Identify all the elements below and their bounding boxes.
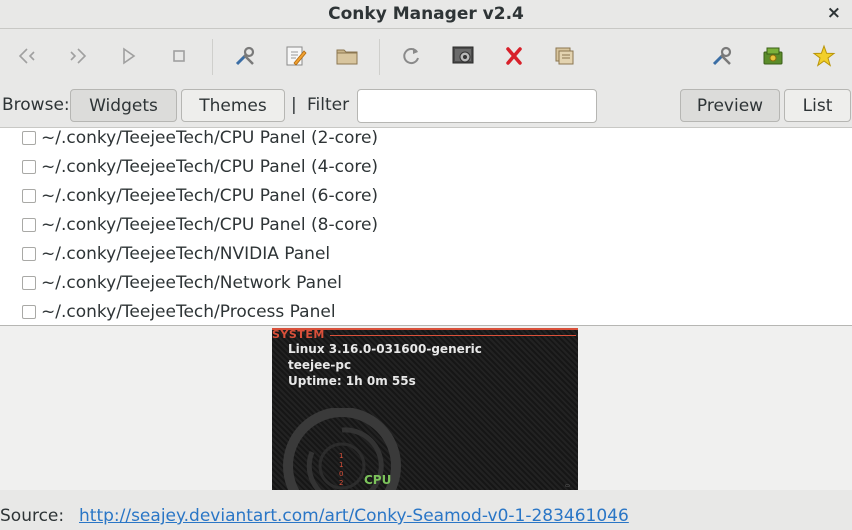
preview-cpu-digits: 1 1 0 2 <box>339 452 344 487</box>
list-item[interactable]: ~/.conky/TeejeeTech/Network Panel <box>0 268 852 297</box>
settings-icon <box>712 46 732 66</box>
list-item[interactable]: ~/.conky/TeejeeTech/CPU Panel (2-core) <box>0 127 852 152</box>
item-path: ~/.conky/TeejeeTech/CPU Panel (6-core) <box>41 185 379 206</box>
list-item[interactable]: ~/.conky/TeejeeTech/CPU Panel (6-core) <box>0 181 852 210</box>
toolbar-separator <box>212 39 213 75</box>
list-item[interactable]: ~/.conky/TeejeeTech/CPU Panel (4-core) <box>0 152 852 181</box>
next-icon <box>70 48 87 64</box>
widgets-button[interactable]: Widgets <box>70 89 177 122</box>
item-path: ~/.conky/TeejeeTech/Process Panel <box>41 301 336 322</box>
folder-button[interactable] <box>332 41 362 71</box>
preview-header-rule <box>330 335 576 336</box>
source-label: Source: <box>0 506 65 526</box>
filter-label: Filter <box>307 95 350 115</box>
about-button[interactable] <box>809 41 839 71</box>
toolbar <box>0 29 852 85</box>
tools-icon <box>235 46 255 66</box>
preview-hostname: teejee-pc <box>288 358 352 372</box>
separator-label: | <box>291 95 297 115</box>
title-bar: Conky Manager v2.4 × <box>0 0 852 29</box>
source-link[interactable]: http://seajey.deviantart.com/art/Conky-S… <box>79 506 629 526</box>
list-item[interactable]: ~/.conky/TeejeeTech/CPU Panel (8-core) <box>0 210 852 239</box>
item-path: ~/.conky/TeejeeTech/NVIDIA Panel <box>41 243 331 264</box>
close-button[interactable]: × <box>827 3 841 23</box>
widget-list: ~/.conky/TeejeeTech/CPU Panel (2-core) ~… <box>0 127 852 326</box>
filter-input[interactable] <box>357 89 597 123</box>
list-item[interactable]: ~/.conky/TeejeeTech/NVIDIA Panel <box>0 239 852 268</box>
folder-icon <box>336 49 358 65</box>
list-item[interactable]: ~/.conky/TeejeeTech/Process Panel <box>0 297 852 325</box>
archive-icon <box>555 47 574 65</box>
item-path: ~/.conky/TeejeeTech/CPU Panel (2-core) <box>41 127 379 148</box>
edit-icon <box>286 46 307 66</box>
previous-button[interactable] <box>12 41 42 71</box>
preview-uptime: Uptime: 1h 0m 55s <box>288 374 416 388</box>
item-checkbox[interactable] <box>22 188 36 203</box>
stop-icon <box>173 50 185 62</box>
preview-kernel: Linux 3.16.0-031600-generic <box>288 342 482 356</box>
item-checkbox[interactable] <box>22 275 36 290</box>
play-icon <box>123 47 136 65</box>
item-path: ~/.conky/TeejeeTech/Network Panel <box>41 272 343 293</box>
preview-credit-mark: ▭ <box>565 483 570 489</box>
next-button[interactable] <box>63 41 93 71</box>
delete-button[interactable] <box>499 41 529 71</box>
screenshot-icon <box>452 46 474 64</box>
about-star-icon <box>812 44 836 67</box>
item-checkbox[interactable] <box>22 217 36 232</box>
preview-button[interactable]: Preview <box>680 89 780 122</box>
preview-cpu-label: CPU <box>364 473 392 487</box>
item-path: ~/.conky/TeejeeTech/CPU Panel (8-core) <box>41 214 379 235</box>
source-bar: Source: http://seajey.deviantart.com/art… <box>0 500 852 530</box>
archive-button[interactable] <box>549 41 579 71</box>
item-checkbox[interactable] <box>22 304 36 319</box>
toolbar-separator <box>379 39 380 75</box>
refresh-button[interactable] <box>396 41 426 71</box>
donate-button[interactable] <box>758 41 788 71</box>
edit-button[interactable] <box>281 41 311 71</box>
previous-icon <box>18 48 35 64</box>
preview-section-title: SYSTEM <box>272 328 325 341</box>
list-button[interactable]: List <box>784 89 851 122</box>
window-title: Conky Manager v2.4 <box>328 4 524 24</box>
tools-button[interactable] <box>230 41 260 71</box>
widget-preview-image: SYSTEM Linux 3.16.0-031600-generic teeje… <box>272 328 578 490</box>
settings-button[interactable] <box>707 41 737 71</box>
browse-bar: Browse: Widgets Themes | Filter Preview … <box>0 85 852 127</box>
item-checkbox[interactable] <box>22 130 36 145</box>
stop-button[interactable] <box>164 41 194 71</box>
donate-icon <box>763 47 783 65</box>
item-checkbox[interactable] <box>22 246 36 261</box>
preview-area: SYSTEM Linux 3.16.0-031600-generic teeje… <box>0 326 852 490</box>
refresh-icon <box>403 48 419 65</box>
item-checkbox[interactable] <box>22 159 36 174</box>
item-path: ~/.conky/TeejeeTech/CPU Panel (4-core) <box>41 156 379 177</box>
browse-label: Browse: <box>2 95 70 115</box>
screenshot-button[interactable] <box>448 41 478 71</box>
delete-icon <box>506 47 522 65</box>
play-button[interactable] <box>113 41 143 71</box>
themes-button[interactable]: Themes <box>181 89 285 122</box>
